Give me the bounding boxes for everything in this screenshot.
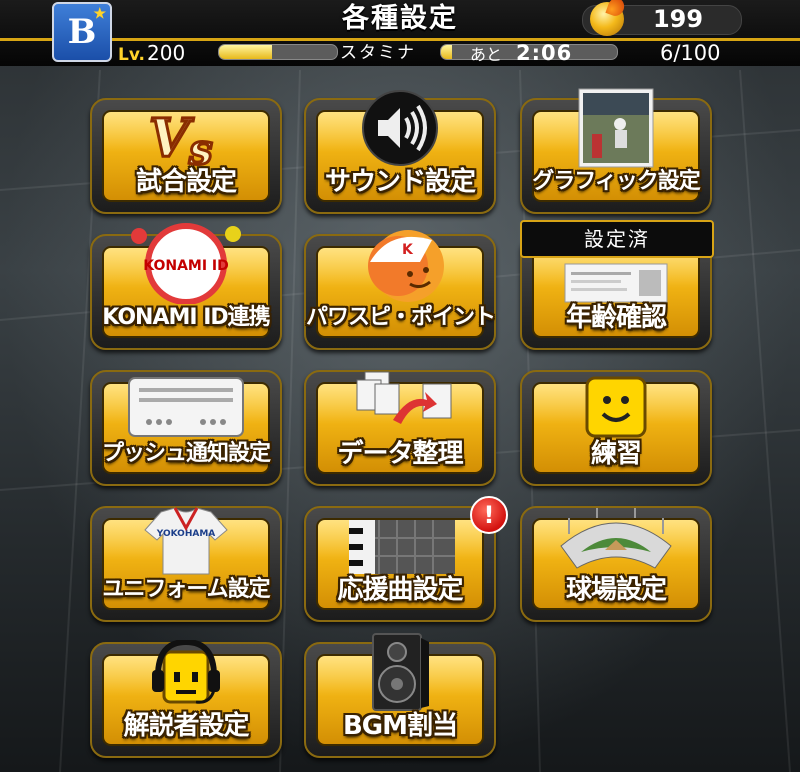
tile-label: 試合設定 bbox=[135, 167, 237, 197]
menu-match-settings[interactable]: V s 試合設定 bbox=[90, 98, 282, 214]
speaker-icon bbox=[306, 86, 494, 168]
mascot-face-icon: K bbox=[306, 222, 494, 304]
tile-label: KONAMI ID連携 bbox=[102, 305, 270, 330]
svg-text:V: V bbox=[149, 108, 194, 168]
tile-label: 練習 bbox=[590, 439, 642, 469]
uniform-team-text: YOKOHAMA bbox=[156, 529, 216, 539]
stamina-label: スタミナ bbox=[340, 43, 416, 63]
menu-stadium-settings[interactable]: 球場設定 bbox=[520, 506, 712, 622]
level-prefix: Lv. bbox=[118, 45, 145, 65]
menu-graphic-settings[interactable]: グラフィック設定 bbox=[520, 88, 712, 214]
tile-label: 応援曲設定 bbox=[337, 575, 463, 605]
star-icon: ★ bbox=[93, 6, 106, 22]
headset-icon bbox=[92, 630, 280, 712]
loudspeaker-icon bbox=[306, 630, 494, 712]
tile-label: BGM割当 bbox=[342, 711, 458, 741]
tile-label: 解説者設定 bbox=[123, 711, 249, 741]
team-logo-letter: B bbox=[67, 12, 97, 52]
stamina-recover-timer: あと 2:06 bbox=[470, 41, 572, 67]
menu-commentator-settings[interactable]: 解説者設定 bbox=[90, 640, 282, 758]
konami-id-text: KONAMI ID bbox=[143, 258, 229, 274]
stamina-count: 6/100 bbox=[660, 41, 721, 65]
alert-badge-icon: ! bbox=[470, 496, 508, 534]
smiley-block-icon bbox=[522, 358, 710, 440]
level-value: 200 bbox=[147, 41, 186, 65]
mascot-cap-letter: K bbox=[402, 242, 414, 258]
menu-bgm-assign[interactable]: BGM割当 bbox=[304, 633, 496, 758]
coin-count: 199 bbox=[652, 5, 704, 33]
notification-device-icon bbox=[92, 358, 280, 440]
tile-label: データ整理 bbox=[337, 439, 463, 469]
menu-cheer-song-settings[interactable]: 応援曲設定 bbox=[304, 506, 496, 622]
tile-label: グラフィック設定 bbox=[532, 169, 701, 194]
tile-label: プッシュ通知設定 bbox=[101, 441, 271, 466]
tile-label: パワスピ・ポイント bbox=[306, 305, 496, 330]
documents-transfer-icon bbox=[306, 358, 494, 440]
menu-pawaspi-point[interactable]: K パワスピ・ポイント bbox=[304, 230, 496, 350]
stadium-icon bbox=[522, 494, 710, 576]
menu-data-cleanup[interactable]: データ整理 bbox=[304, 370, 496, 486]
level-progress-fill bbox=[219, 45, 273, 59]
uniform-icon: YOKOHAMA bbox=[92, 494, 280, 576]
coin-flame-icon bbox=[590, 2, 624, 36]
tile-label: 球場設定 bbox=[565, 575, 667, 605]
status-badge: 設定済 bbox=[520, 220, 714, 258]
screenshot-icon bbox=[522, 86, 710, 168]
tile-label: 年齢確認 bbox=[565, 303, 667, 333]
vs-icon: V s bbox=[92, 86, 280, 168]
menu-konami-id[interactable]: KONAMI ID KONAMI ID連携 bbox=[90, 223, 282, 350]
svg-text:s: s bbox=[188, 125, 213, 168]
team-logo-icon[interactable]: B ★ bbox=[52, 2, 112, 62]
menu-practice[interactable]: 練習 bbox=[520, 370, 712, 486]
menu-sound-settings[interactable]: サウンド設定 bbox=[304, 90, 496, 214]
konami-id-icon: KONAMI ID bbox=[92, 222, 280, 304]
tile-label: ユニフォーム設定 bbox=[102, 577, 270, 602]
level-display: Lv. 200 bbox=[118, 41, 185, 67]
page-title: 各種設定 bbox=[342, 3, 458, 34]
tile-label: サウンド設定 bbox=[324, 167, 476, 197]
stamina-recover-time: 2:06 bbox=[516, 41, 573, 65]
level-progress-bar bbox=[218, 44, 338, 60]
stamina-recover-prefix: あと bbox=[470, 45, 503, 64]
menu-uniform-settings[interactable]: YOKOHAMA ユニフォーム設定 bbox=[90, 506, 282, 622]
piano-keys-icon bbox=[306, 494, 494, 576]
stamina-fill bbox=[441, 45, 452, 59]
menu-push-notification[interactable]: プッシュ通知設定 bbox=[90, 370, 282, 486]
